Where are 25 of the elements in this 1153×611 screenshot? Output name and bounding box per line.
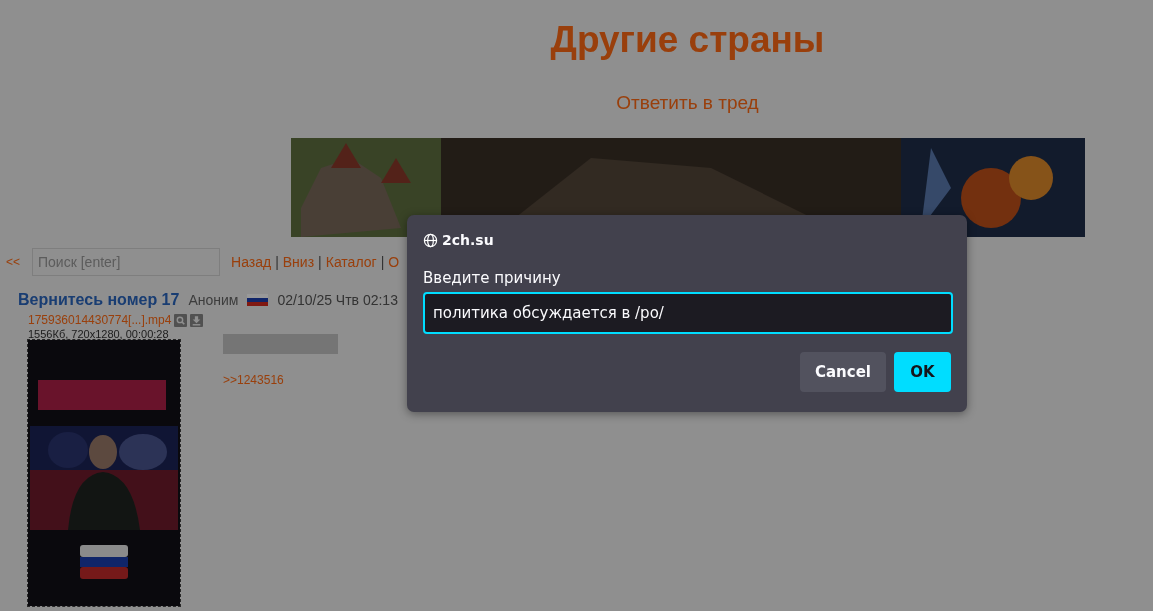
search-icon[interactable] [174, 313, 188, 327]
prompt-label: Введите причину [423, 269, 562, 287]
post-subject: Вернитесь номер 17 [18, 291, 180, 309]
reply-reference-link[interactable]: >>1243516 [223, 373, 338, 387]
reply-link[interactable]: Ответить в тред [616, 92, 759, 114]
cancel-button[interactable]: Cancel [800, 352, 886, 392]
back-link[interactable]: << [6, 255, 20, 269]
link-separator: | [275, 254, 279, 270]
board-title: Другие страны [550, 18, 825, 62]
globe-icon [423, 232, 438, 248]
nav-link[interactable]: Каталог [325, 254, 377, 270]
nav-link[interactable]: Назад [231, 254, 272, 270]
file-info: 1556Кб, 720x1280, 00:00:28 [28, 328, 170, 340]
link-separator: | [318, 254, 322, 270]
download-icon[interactable] [190, 313, 204, 327]
flag-icon [247, 294, 269, 306]
post-date: 02/10/25 Чтв 02:13 [277, 292, 398, 308]
ok-button[interactable]: OK [894, 352, 951, 392]
dialog-site: 2ch.su [442, 232, 494, 248]
nav-link[interactable]: О [388, 254, 400, 270]
link-separator: | [380, 254, 385, 270]
file-link[interactable]: 175936014430774[...].mp4 [28, 313, 172, 327]
nav-link[interactable]: Вниз [282, 254, 315, 270]
input-field[interactable]: политика обсуждается в /po/ [423, 292, 953, 334]
post-author: Аноним [188, 292, 239, 308]
